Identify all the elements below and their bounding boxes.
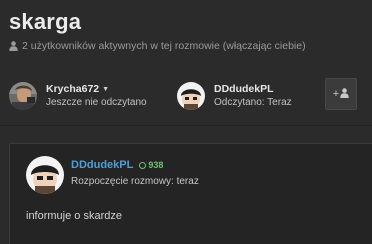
conversation-title: skarga	[9, 9, 82, 34]
reputation-value: 938	[148, 160, 164, 170]
participant-read-status: Jeszcze nie odczytano	[46, 97, 147, 108]
message-author: DDdudekPL 938	[71, 159, 163, 171]
message-body: informuje o skardze	[26, 210, 122, 222]
participants-list: Krycha672 ▼ Jeszcze nie odczytano DDdude…	[0, 76, 372, 116]
reputation-icon	[139, 161, 147, 169]
chevron-down-icon[interactable]: ▼	[102, 83, 109, 96]
reputation-badge: 938	[139, 160, 163, 170]
participant-krycha672[interactable]: Krycha672 ▼ Jeszcze nie odczytano	[9, 76, 147, 116]
invite-participant-button[interactable]: +	[325, 78, 357, 110]
plus-label: +	[332, 88, 340, 100]
message-meta: Rozpoczęcie rozmowy: teraz	[71, 176, 199, 187]
participant-read-status: Odczytano: Teraz	[214, 97, 292, 108]
avatar[interactable]	[177, 82, 205, 110]
active-users-info: 2 użytkowników aktywnych w tej rozmowie …	[9, 40, 306, 52]
user-icon	[9, 41, 18, 51]
header-divider	[0, 125, 372, 126]
active-users-text: 2 użytkowników aktywnych w tej rozmowie …	[22, 40, 306, 52]
message-post: DDdudekPL 938 Rozpoczęcie rozmowy: teraz…	[9, 143, 372, 244]
author-link[interactable]: DDdudekPL	[71, 159, 133, 171]
participant-dddudekpl[interactable]: DDdudekPL Odczytano: Teraz	[177, 76, 292, 116]
avatar[interactable]	[9, 82, 37, 110]
add-user-icon	[340, 87, 349, 101]
avatar[interactable]	[26, 156, 64, 194]
conversation-header: skarga 2 użytkowników aktywnych w tej ro…	[0, 0, 372, 125]
participant-name[interactable]: Krycha672	[46, 83, 99, 96]
participant-name[interactable]: DDdudekPL	[214, 83, 274, 96]
